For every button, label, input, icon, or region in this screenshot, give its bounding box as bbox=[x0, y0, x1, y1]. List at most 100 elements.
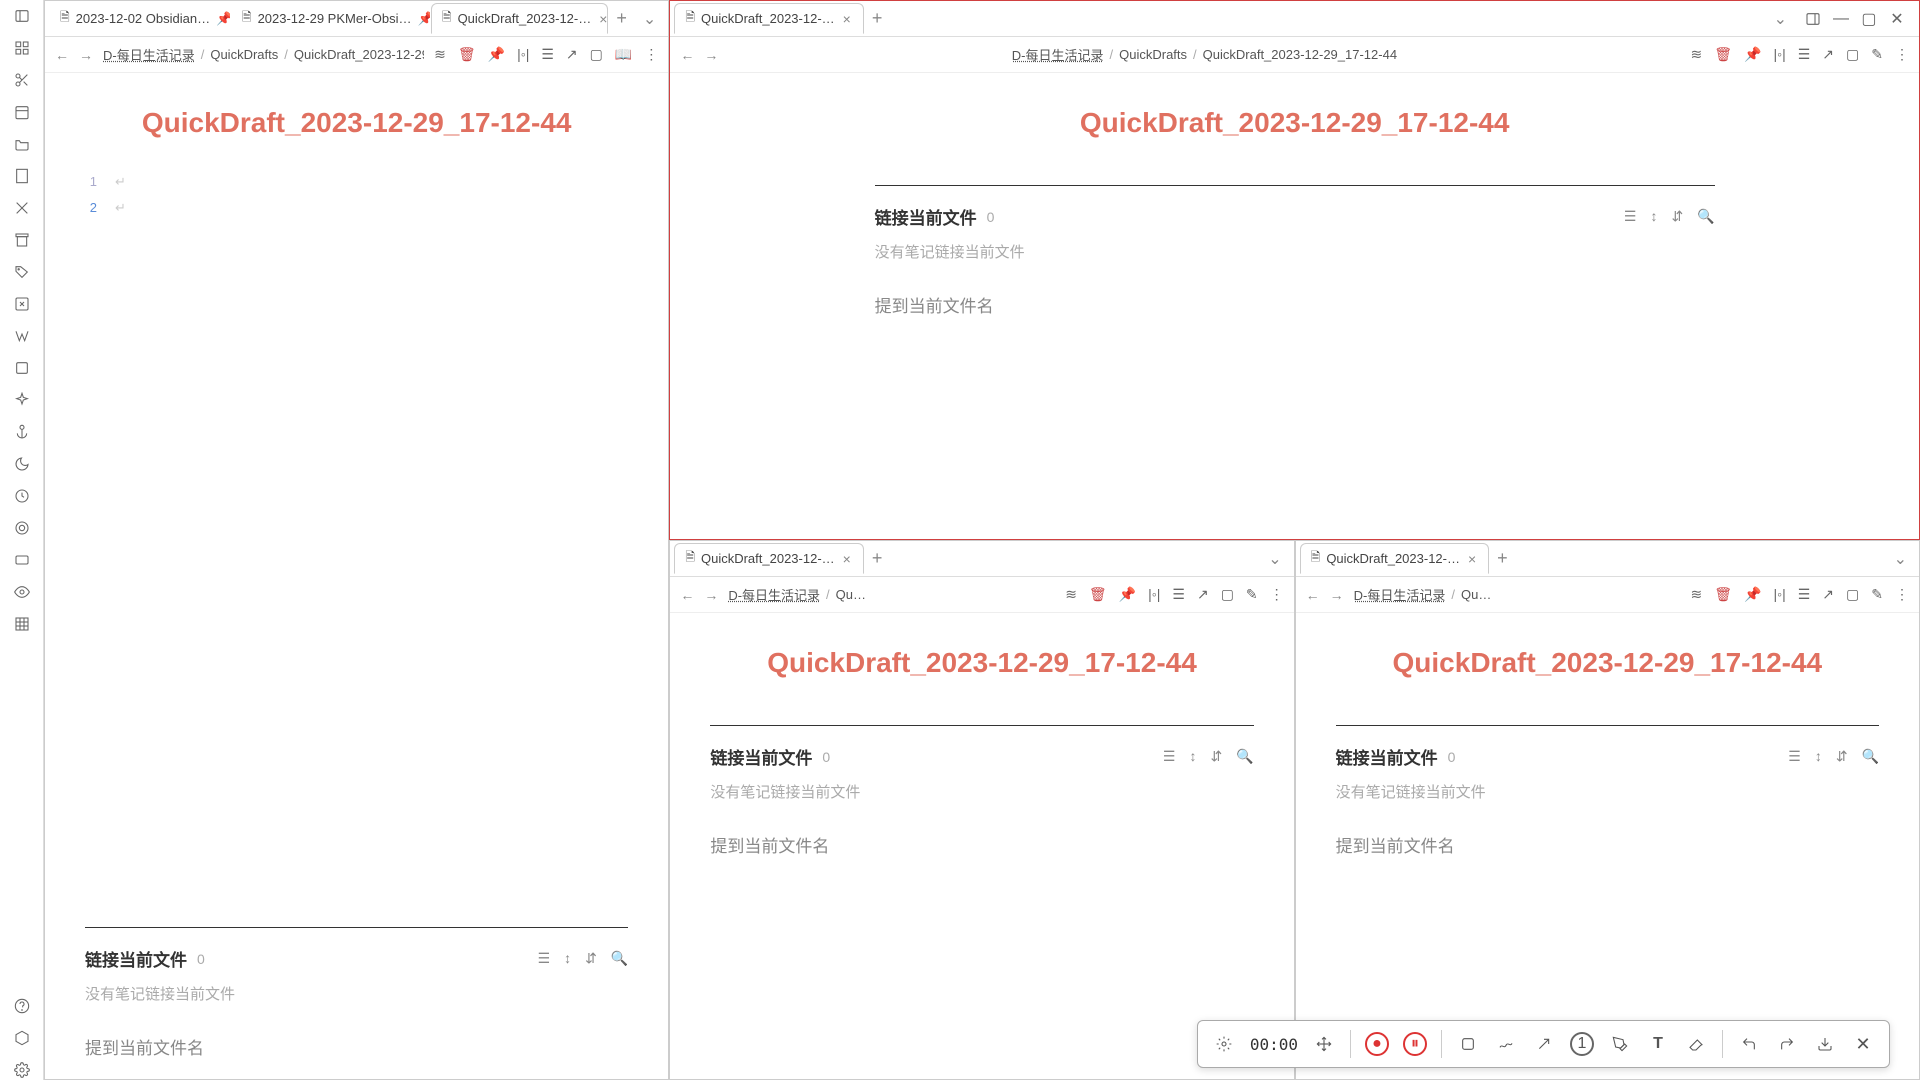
tab-dropdown-icon[interactable]: ⌄ bbox=[1886, 545, 1915, 573]
stack-icon[interactable]: ≋ bbox=[1691, 586, 1703, 603]
collapse-icon[interactable]: ☰ bbox=[538, 950, 551, 967]
new-tab-button[interactable]: + bbox=[608, 4, 635, 33]
folder-icon[interactable] bbox=[12, 134, 32, 154]
anchor-icon[interactable] bbox=[12, 422, 32, 442]
tab-active[interactable]: 🗎QuickDraft_2023-12-…× bbox=[1300, 543, 1490, 574]
recorder-move-icon[interactable] bbox=[1312, 1032, 1336, 1056]
search-icon[interactable]: 🔍 bbox=[1862, 748, 1879, 765]
trash-icon[interactable]: 🗑 bbox=[1714, 46, 1732, 63]
sidebar-right-icon[interactable] bbox=[1803, 9, 1823, 29]
maximize-icon[interactable]: ▢ bbox=[1859, 9, 1879, 29]
nav-back-icon[interactable]: ← bbox=[1306, 587, 1320, 603]
tree-icon[interactable]: ⇵ bbox=[1210, 748, 1222, 765]
edit-icon[interactable]: ✎ bbox=[1246, 586, 1258, 603]
tab-pinned-1[interactable]: 🗎2023-12-02 Obsidian…📌 bbox=[49, 3, 231, 34]
collapse-icon[interactable]: ☰ bbox=[1624, 208, 1637, 225]
recorder-shape-icon[interactable] bbox=[1456, 1032, 1480, 1056]
recorder-arrow-icon[interactable] bbox=[1532, 1032, 1556, 1056]
sidebar-toggle-icon[interactable] bbox=[12, 6, 32, 26]
tree-icon[interactable]: ⇵ bbox=[1836, 748, 1848, 765]
x-square-icon[interactable] bbox=[12, 294, 32, 314]
recorder-undo-icon[interactable] bbox=[1737, 1032, 1761, 1056]
archive-icon[interactable] bbox=[12, 230, 32, 250]
align-icon[interactable]: |◦| bbox=[1773, 586, 1785, 603]
crossed-tools-icon[interactable] bbox=[12, 198, 32, 218]
recorder-eraser-icon[interactable] bbox=[1684, 1032, 1708, 1056]
align-icon[interactable]: |◦| bbox=[517, 46, 529, 63]
edit-icon[interactable]: ✎ bbox=[1871, 586, 1883, 603]
minimize-icon[interactable]: — bbox=[1831, 9, 1851, 29]
search-icon[interactable]: 🔍 bbox=[1697, 208, 1714, 225]
recorder-number-icon[interactable]: 1 bbox=[1570, 1032, 1594, 1056]
recorder-download-icon[interactable] bbox=[1813, 1032, 1837, 1056]
stack-icon[interactable]: ≋ bbox=[434, 46, 446, 63]
box-icon[interactable] bbox=[12, 358, 32, 378]
list-icon[interactable]: ☰ bbox=[541, 46, 554, 63]
list-icon[interactable]: ☰ bbox=[1798, 586, 1811, 603]
sort-icon[interactable]: ↕ bbox=[1815, 748, 1822, 765]
book-icon[interactable]: 📖 bbox=[615, 46, 632, 63]
breadcrumb[interactable]: D-每日生活记录/ Qu… bbox=[1354, 585, 1681, 604]
nav-forward-icon[interactable]: → bbox=[1330, 587, 1344, 603]
collapse-icon[interactable]: ☰ bbox=[1788, 748, 1801, 765]
close-window-icon[interactable]: ✕ bbox=[1887, 9, 1907, 29]
expand-icon[interactable]: ↗ bbox=[1822, 586, 1834, 603]
nav-back-icon[interactable]: ← bbox=[680, 47, 694, 63]
calendar-icon[interactable] bbox=[12, 102, 32, 122]
stack-icon[interactable]: ≋ bbox=[1065, 586, 1077, 603]
recorder-settings-icon[interactable] bbox=[1212, 1032, 1236, 1056]
pin-icon[interactable]: 📌 bbox=[1119, 586, 1136, 603]
nav-forward-icon[interactable]: → bbox=[79, 47, 93, 63]
sparkle-icon[interactable] bbox=[12, 390, 32, 410]
vault-icon[interactable] bbox=[12, 1028, 32, 1048]
trash-icon[interactable]: 🗑 bbox=[1089, 586, 1107, 603]
card-icon[interactable] bbox=[12, 550, 32, 570]
nav-forward-icon[interactable]: → bbox=[704, 587, 718, 603]
new-tab-button[interactable]: + bbox=[1489, 544, 1516, 573]
stack-icon[interactable]: ≋ bbox=[1691, 46, 1703, 63]
expand-icon[interactable]: ↗ bbox=[1197, 586, 1209, 603]
tab-active[interactable]: 🗎QuickDraft_2023-12-…× bbox=[674, 543, 864, 574]
search-icon[interactable]: 🔍 bbox=[1236, 748, 1253, 765]
tab-pinned-2[interactable]: 🗎2023-12-29 PKMer-Obsi…📌 bbox=[231, 3, 431, 34]
align-icon[interactable]: |◦| bbox=[1773, 46, 1785, 63]
trash-icon[interactable]: 🗑 bbox=[458, 46, 476, 63]
recorder-freehand-icon[interactable] bbox=[1494, 1032, 1518, 1056]
more-icon[interactable]: ⋮ bbox=[1270, 586, 1284, 603]
collapse-icon[interactable]: ☰ bbox=[1163, 748, 1176, 765]
sort-icon[interactable]: ↕ bbox=[1189, 748, 1196, 765]
breadcrumb-folder[interactable]: QuickDrafts bbox=[210, 47, 278, 62]
list-icon[interactable]: ☰ bbox=[1798, 46, 1811, 63]
tree-icon[interactable]: ⇵ bbox=[585, 950, 597, 967]
sort-icon[interactable]: ↕ bbox=[1650, 208, 1657, 225]
recorder-redo-icon[interactable] bbox=[1775, 1032, 1799, 1056]
pin-icon[interactable]: 📌 bbox=[1744, 46, 1761, 63]
screen-icon[interactable]: ▢ bbox=[1221, 586, 1234, 603]
screen-icon[interactable]: ▢ bbox=[1846, 586, 1859, 603]
breadcrumb[interactable]: D-每日生活记录/ QuickDrafts/ QuickDraft_2023-1… bbox=[103, 45, 424, 64]
close-icon[interactable]: × bbox=[1466, 551, 1478, 567]
more-icon[interactable]: ⋮ bbox=[1895, 586, 1909, 603]
pin-icon[interactable]: 📌 bbox=[488, 46, 505, 63]
eye-icon[interactable] bbox=[12, 582, 32, 602]
recorder-text-icon[interactable]: T bbox=[1646, 1032, 1670, 1056]
nav-back-icon[interactable]: ← bbox=[55, 47, 69, 63]
settings-icon[interactable] bbox=[12, 1060, 32, 1080]
tab-active[interactable]: 🗎QuickDraft_2023-12-…× bbox=[431, 3, 609, 34]
nav-forward-icon[interactable]: → bbox=[704, 47, 718, 63]
sort-icon[interactable]: ↕ bbox=[564, 950, 571, 967]
tab-dropdown-icon[interactable]: ⌄ bbox=[1766, 5, 1795, 33]
scissors-icon[interactable] bbox=[12, 70, 32, 90]
more-icon[interactable]: ⋮ bbox=[644, 46, 658, 63]
tree-icon[interactable]: ⇵ bbox=[1671, 208, 1683, 225]
table-icon[interactable] bbox=[12, 614, 32, 634]
edit-icon[interactable]: ✎ bbox=[1871, 46, 1883, 63]
new-tab-button[interactable]: + bbox=[864, 544, 891, 573]
tab-active[interactable]: 🗎QuickDraft_2023-12-…× bbox=[674, 3, 864, 34]
breadcrumb-file[interactable]: QuickDraft_2023-12-29_17-12 bbox=[294, 47, 424, 62]
breadcrumb[interactable]: D-每日生活记录/ QuickDrafts/ QuickDraft_2023-1… bbox=[1012, 45, 1397, 64]
help-icon[interactable] bbox=[12, 996, 32, 1016]
trash-icon[interactable]: 🗑 bbox=[1714, 586, 1732, 603]
tab-dropdown-icon[interactable]: ⌄ bbox=[635, 5, 664, 33]
search-icon[interactable]: 🔍 bbox=[611, 950, 628, 967]
